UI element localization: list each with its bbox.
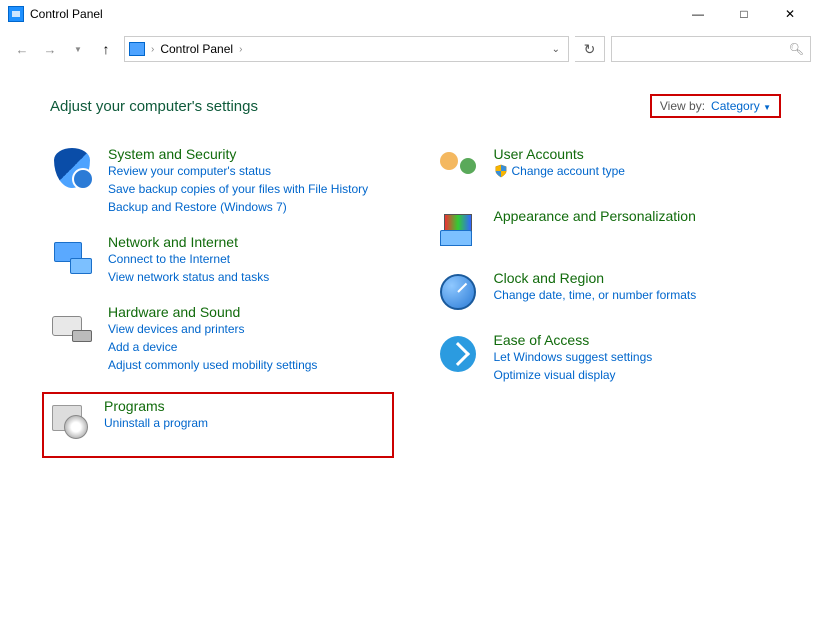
connect-internet-link[interactable]: Connect to the Internet — [108, 250, 269, 268]
close-button[interactable]: ✕ — [767, 2, 813, 26]
network-internet-link[interactable]: Network and Internet — [108, 234, 238, 250]
recent-locations-dropdown[interactable]: ▼ — [66, 37, 90, 61]
forward-button[interactable]: → — [38, 37, 62, 61]
back-button[interactable]: ← — [10, 37, 34, 61]
category-ease-of-access: Ease of Access Let Windows suggest setti… — [436, 332, 782, 384]
view-by-dropdown[interactable]: Category ▼ — [711, 99, 771, 113]
devices-printers-link[interactable]: View devices and printers — [108, 320, 317, 338]
control-panel-addr-icon — [129, 42, 145, 56]
users-icon — [436, 146, 480, 190]
appearance-icon — [436, 208, 480, 252]
clock-region-link[interactable]: Clock and Region — [494, 270, 605, 286]
uac-shield-icon — [494, 164, 508, 178]
category-appearance: Appearance and Personalization — [436, 208, 782, 252]
uninstall-program-link[interactable]: Uninstall a program — [104, 414, 208, 432]
category-system-security: System and Security Review your computer… — [50, 146, 396, 216]
search-icon: 🔍︎ — [789, 42, 804, 56]
appearance-personalization-link[interactable]: Appearance and Personalization — [494, 208, 696, 224]
ease-of-access-icon — [436, 332, 480, 376]
chevron-down-icon: ▼ — [763, 103, 771, 112]
window-title: Control Panel — [30, 7, 103, 21]
maximize-button[interactable]: □ — [721, 2, 767, 26]
breadcrumb-location[interactable]: Control Panel — [160, 42, 233, 56]
up-button[interactable]: ↑ — [94, 37, 118, 61]
view-by-highlighted: View by: Category ▼ — [650, 94, 781, 118]
search-box[interactable]: 🔍︎ — [611, 36, 811, 62]
control-panel-icon — [8, 6, 24, 22]
programs-icon — [46, 398, 90, 442]
view-by-label: View by: — [660, 99, 705, 113]
change-account-type-link[interactable]: Change account type — [494, 162, 625, 180]
system-security-link[interactable]: System and Security — [108, 146, 236, 162]
refresh-button[interactable]: ↻ — [575, 36, 605, 62]
category-hardware: Hardware and Sound View devices and prin… — [50, 304, 396, 374]
network-status-link[interactable]: View network status and tasks — [108, 268, 269, 286]
category-clock: Clock and Region Change date, time, or n… — [436, 270, 782, 314]
view-by-value: Category — [711, 99, 760, 113]
hardware-sound-link[interactable]: Hardware and Sound — [108, 304, 240, 320]
add-device-link[interactable]: Add a device — [108, 338, 317, 356]
clock-icon — [436, 270, 480, 314]
optimize-visual-link[interactable]: Optimize visual display — [494, 366, 653, 384]
address-dropdown-icon[interactable]: ⌄ — [548, 44, 564, 55]
suggest-settings-link[interactable]: Let Windows suggest settings — [494, 348, 653, 366]
category-user-accounts: User Accounts Change account type — [436, 146, 782, 190]
change-account-type-text: Change account type — [512, 162, 625, 180]
programs-link[interactable]: Programs — [104, 398, 165, 414]
file-history-link[interactable]: Save backup copies of your files with Fi… — [108, 180, 368, 198]
page-heading: Adjust your computer's settings — [50, 98, 258, 115]
breadcrumb-separator: › — [239, 44, 242, 55]
category-programs-highlighted: Programs Uninstall a program — [42, 392, 394, 458]
ease-of-access-link[interactable]: Ease of Access — [494, 332, 590, 348]
address-bar[interactable]: › Control Panel › ⌄ — [124, 36, 569, 62]
mobility-settings-link[interactable]: Adjust commonly used mobility settings — [108, 356, 317, 374]
backup-restore-link[interactable]: Backup and Restore (Windows 7) — [108, 198, 368, 216]
category-network: Network and Internet Connect to the Inte… — [50, 234, 396, 286]
search-input[interactable] — [618, 42, 789, 56]
user-accounts-link[interactable]: User Accounts — [494, 146, 584, 162]
change-date-formats-link[interactable]: Change date, time, or number formats — [494, 286, 697, 304]
network-icon — [50, 234, 94, 278]
review-status-link[interactable]: Review your computer's status — [108, 162, 368, 180]
minimize-button[interactable]: — — [675, 2, 721, 26]
hardware-icon — [50, 304, 94, 348]
breadcrumb-separator: › — [151, 44, 154, 55]
shield-icon — [50, 146, 94, 190]
